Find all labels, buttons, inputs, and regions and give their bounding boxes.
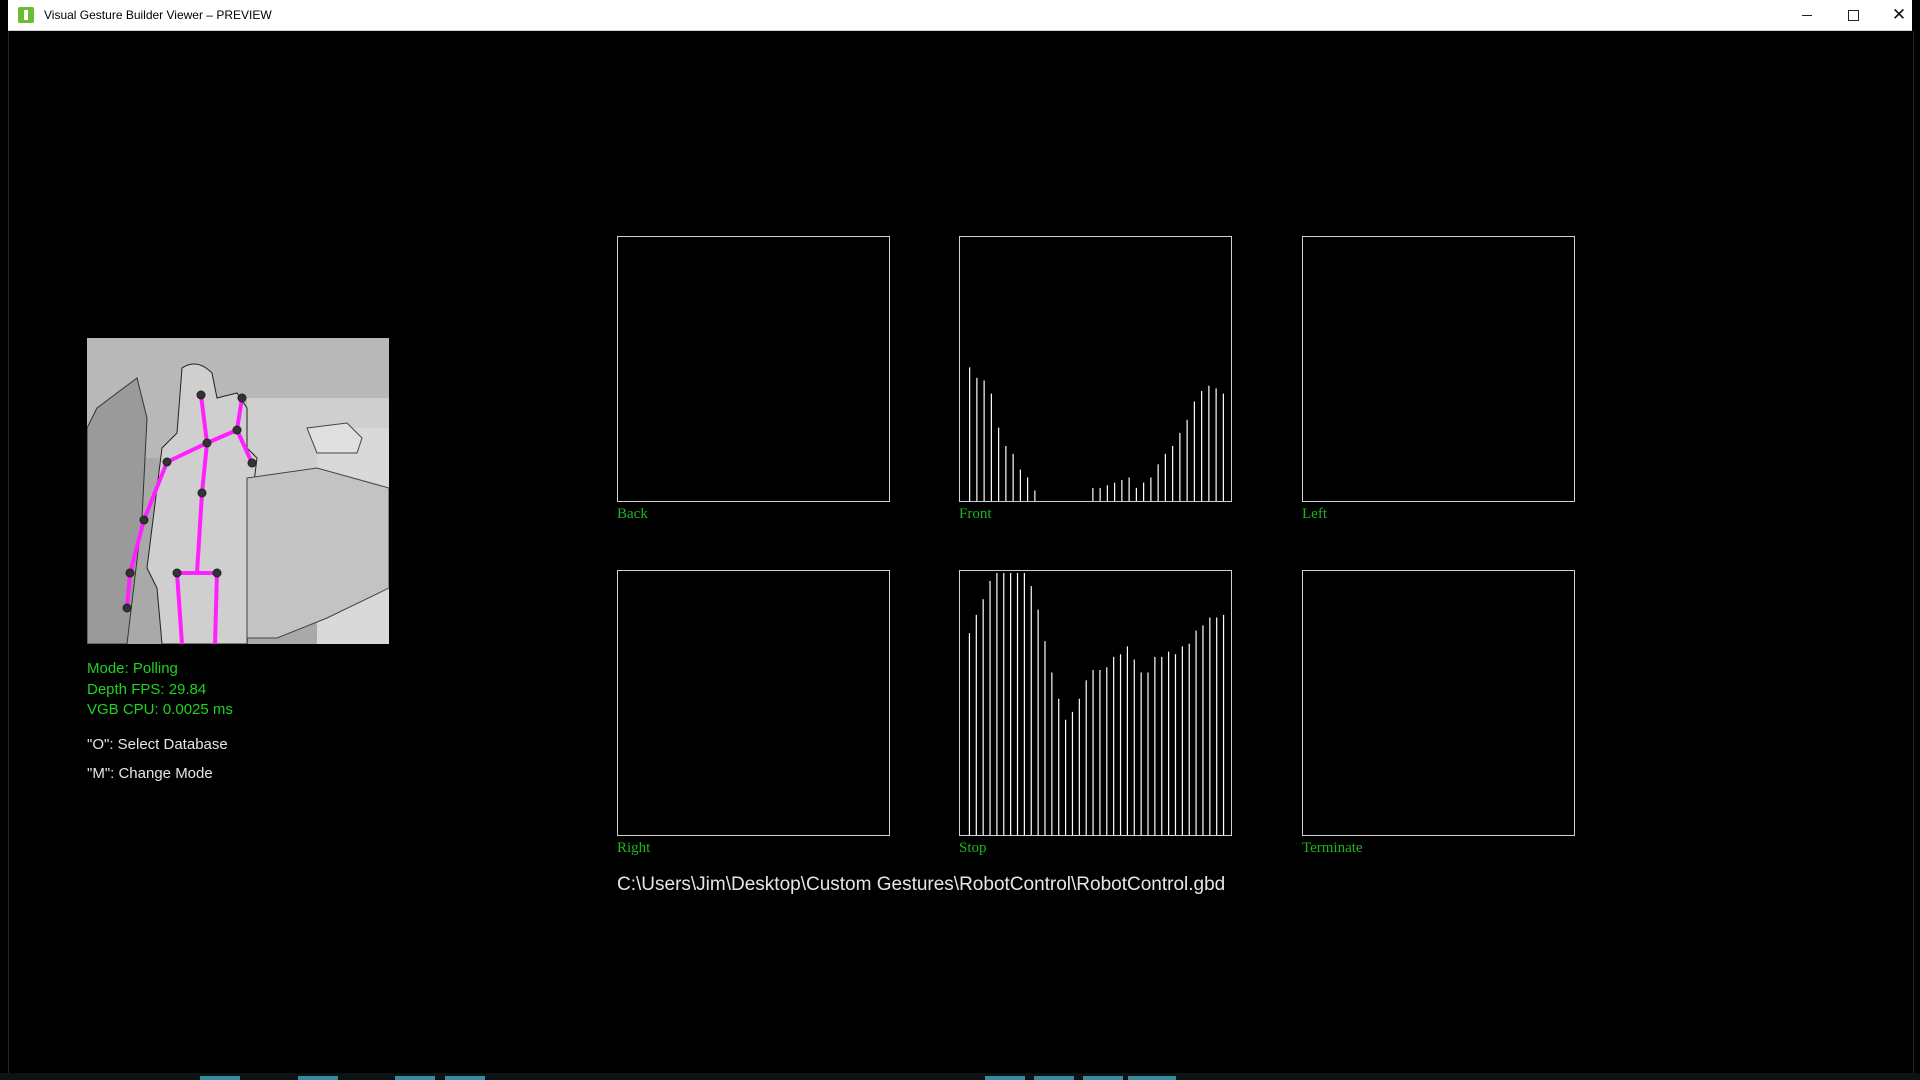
gesture-chart-back (618, 237, 891, 503)
gesture-panel-stop (959, 570, 1232, 836)
gesture-label-stop: Stop (959, 840, 987, 856)
taskbar-item[interactable] (395, 1076, 435, 1080)
taskbar-item[interactable] (1083, 1076, 1123, 1080)
taskbar-item[interactable] (985, 1076, 1025, 1080)
close-button[interactable]: ✕ (1876, 0, 1920, 30)
vgb-cpu-status: VGB CPU: 0.0025 ms (87, 701, 233, 718)
gesture-chart-front (969, 367, 1224, 501)
app-icon (18, 7, 34, 23)
window-title: Visual Gesture Builder Viewer – PREVIEW (44, 8, 272, 22)
database-path: C:\Users\Jim\Desktop\Custom Gestures\Rob… (617, 874, 1226, 895)
change-mode-hint: "M": Change Mode (87, 765, 213, 782)
gesture-label-back: Back (617, 506, 648, 522)
minimize-icon (1802, 14, 1812, 16)
close-icon: ✕ (1891, 4, 1907, 25)
gesture-chart-terminate (1303, 571, 1576, 837)
gesture-panel-front (959, 236, 1232, 502)
depth-skeleton-view (87, 338, 389, 644)
maximize-icon (1847, 9, 1859, 21)
depth-fps-status: Depth FPS: 29.84 (87, 681, 207, 698)
taskbar-item[interactable] (1034, 1076, 1074, 1080)
maximize-button[interactable] (1830, 0, 1876, 30)
select-database-hint: "O": Select Database (87, 736, 228, 753)
taskbar-item[interactable] (298, 1076, 338, 1080)
mode-status: Mode: Polling (87, 660, 178, 677)
gesture-panel-back (617, 236, 890, 502)
title-bar[interactable]: Visual Gesture Builder Viewer – PREVIEW … (8, 0, 1912, 31)
gesture-label-front: Front (959, 506, 992, 522)
gesture-panel-terminate (1302, 570, 1575, 836)
taskbar-item[interactable] (1128, 1076, 1176, 1080)
taskbar-edge (0, 1073, 1920, 1080)
gesture-chart-left (1303, 237, 1576, 503)
depth-skeleton-image (87, 338, 389, 644)
taskbar-item[interactable] (445, 1076, 485, 1080)
gesture-label-left: Left (1302, 506, 1327, 522)
gesture-panel-right (617, 570, 890, 836)
minimize-button[interactable] (1784, 0, 1830, 30)
taskbar-item[interactable] (200, 1076, 240, 1080)
gesture-chart-stop (968, 573, 1225, 835)
gesture-label-terminate: Terminate (1302, 840, 1363, 856)
gesture-chart-right (618, 571, 891, 837)
gesture-label-right: Right (617, 840, 651, 856)
gesture-panel-left (1302, 236, 1575, 502)
